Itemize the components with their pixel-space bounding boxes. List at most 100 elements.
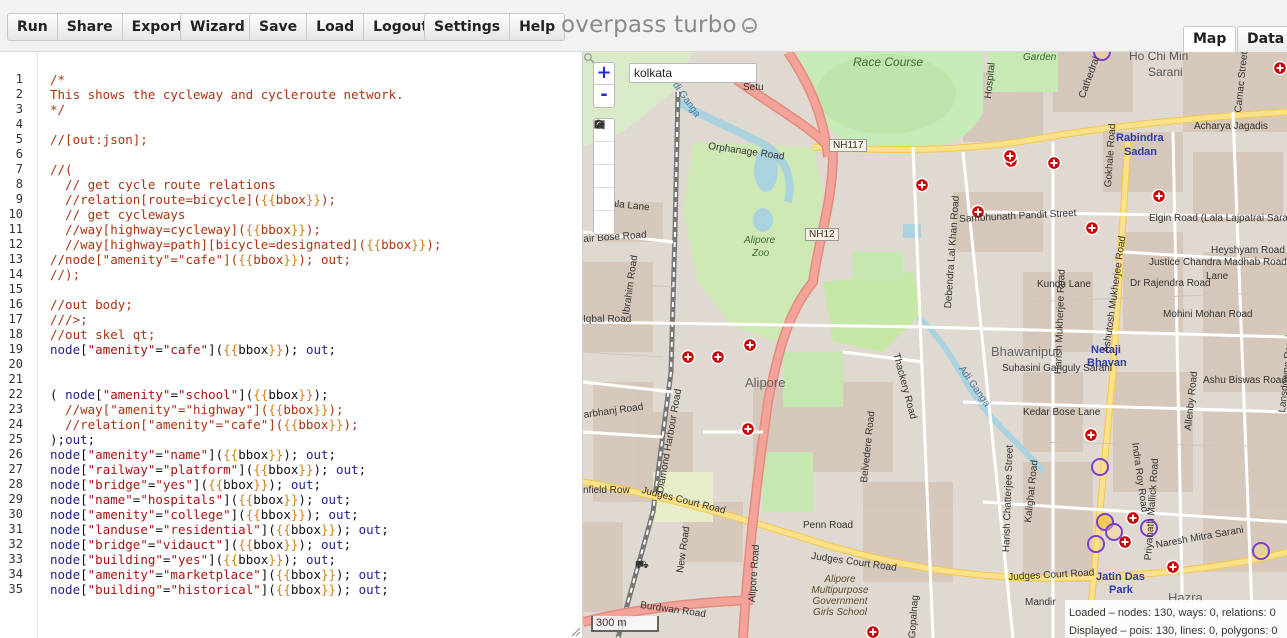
code-token: {{: [260, 192, 276, 207]
code-token: );: [320, 192, 337, 207]
map-search-input[interactable]: [629, 63, 757, 83]
settings-button[interactable]: Settings: [425, 14, 511, 40]
code-token: =: [155, 507, 163, 522]
code-line[interactable]: node["railway"="platform"]({{bbox}}); ou…: [50, 462, 441, 477]
clear-data-button[interactable]: [594, 120, 614, 234]
code-token: );: [426, 237, 442, 252]
code-line[interactable]: node["building"="yes"]({{bbox}}); out;: [50, 552, 441, 567]
code-line[interactable]: [50, 357, 441, 372]
code-line[interactable]: node["amenity"="college"]({{bbox}}); out…: [50, 507, 441, 522]
code-line[interactable]: node["landuse"="residential"]({{bbox}});…: [50, 522, 441, 537]
locate-me-button[interactable]: [594, 120, 614, 165]
line-number: 2: [15, 87, 23, 101]
school-poi-icon[interactable]: [1105, 523, 1123, 541]
map-label: Mohini Mohan Road: [1163, 309, 1253, 320]
code-line[interactable]: //node["amenity"="cafe"]({{bbox}}); out;: [50, 252, 441, 267]
search-icon[interactable]: [583, 52, 595, 64]
code-token: [: [80, 537, 88, 552]
line-number: 35: [8, 582, 23, 596]
resize-grip-icon[interactable]: [570, 626, 580, 636]
code-line[interactable]: [50, 147, 441, 162]
code-token: }}: [328, 417, 344, 432]
line-number: 22: [8, 387, 23, 401]
code-line[interactable]: // get cycle route relations: [50, 177, 441, 192]
code-line[interactable]: node["bridge"="yes"]({{bbox}}); out;: [50, 477, 441, 492]
code-line[interactable]: //[out:json];: [50, 132, 441, 147]
school-poi-icon[interactable]: [1087, 535, 1105, 553]
code-line[interactable]: //relation[route=bicycle]({{bbox}});: [50, 192, 441, 207]
code-line[interactable]: node["building"="historical"]({{bbox}});…: [50, 582, 441, 597]
code-token: ](: [208, 447, 224, 462]
code-line[interactable]: //way[highway=path][bicycle=designated](…: [50, 237, 441, 252]
code-token: );: [298, 492, 321, 507]
code-token: node: [50, 477, 81, 492]
stats-panel: Loaded – nodes: 130, ways: 0, relations:…: [1065, 600, 1287, 638]
code-line[interactable]: );out;: [50, 432, 441, 447]
code-line[interactable]: //relation["amenity"="cafe"]({{bbox}});: [50, 417, 441, 432]
code-line[interactable]: /*: [50, 72, 441, 87]
query-editor[interactable]: 1 2 3 4 5 6 7 8 9 10 11 12 13 14 15 16 17 18 19 20 21 22 23 24 2…: [0, 52, 583, 638]
code-line[interactable]: ( node["amenity"="school"]({{bbox}});: [50, 387, 441, 402]
code-line[interactable]: // get cycleways: [50, 207, 441, 222]
code-token: }}: [298, 462, 314, 477]
line-number: 27: [8, 462, 23, 476]
code-token: bbox: [253, 492, 284, 507]
code-token: [: [80, 522, 88, 537]
line-number: 13: [8, 252, 23, 266]
wizard-button[interactable]: Wizard: [181, 14, 254, 40]
code-line[interactable]: [50, 372, 441, 387]
code-line[interactable]: node["amenity"="name"]({{bbox}}); out;: [50, 447, 441, 462]
code-line[interactable]: node["bridge"="vidauct"]({{bbox}}); out;: [50, 537, 441, 552]
code-token: }}: [253, 477, 269, 492]
map-label: Iqbal Road: [583, 314, 632, 325]
school-poi-icon[interactable]: [1091, 458, 1109, 476]
code-line[interactable]: ///>;: [50, 312, 441, 327]
code-token: node: [50, 522, 81, 537]
code-token: );: [298, 537, 321, 552]
code-line[interactable]: //way["amenity"="highway"]({{bbox}});: [50, 402, 441, 417]
line-number: 32: [8, 537, 23, 551]
share-button[interactable]: Share: [58, 14, 123, 40]
code-token: "hospitals": [140, 492, 224, 507]
code-token: [: [80, 567, 88, 582]
map-view[interactable]: Race Course Garden Ho Chi Min Sarani NH1…: [583, 52, 1287, 638]
code-line[interactable]: */: [50, 102, 441, 117]
code-token: node: [50, 567, 81, 582]
map-label: Zoo: [752, 248, 770, 259]
save-button[interactable]: Save: [250, 14, 308, 40]
code-token: ;: [358, 462, 367, 477]
code-line[interactable]: //out skel qt;: [50, 327, 441, 342]
code-token: {{: [253, 462, 269, 477]
map-label: Alipore: [744, 235, 776, 246]
code-line[interactable]: //(: [50, 162, 441, 177]
help-button[interactable]: Help: [510, 14, 564, 40]
line-number: 29: [8, 492, 23, 506]
zoom-in-button[interactable]: +: [594, 63, 614, 85]
code-token: ](: [238, 462, 254, 477]
code-area[interactable]: /* This shows the cycleway and cycleroute…: [50, 72, 441, 597]
school-poi-icon[interactable]: [1252, 542, 1270, 560]
code-line[interactable]: This shows the cycleway and cycleroute n…: [50, 87, 441, 102]
code-line[interactable]: //);: [50, 267, 441, 282]
tab-map[interactable]: Map: [1183, 26, 1237, 52]
code-token: ;: [381, 522, 389, 537]
code-line[interactable]: node["amenity"="marketplace"]({{bbox}});…: [50, 567, 441, 582]
code-line[interactable]: //way[highway=cycleway]({{bbox}});: [50, 222, 441, 237]
code-line[interactable]: //out body;: [50, 297, 441, 312]
code-line[interactable]: [50, 282, 441, 297]
code-line[interactable]: [50, 117, 441, 132]
code-token: "cafe": [162, 342, 209, 357]
code-token: [: [95, 387, 103, 402]
code-token: This shows the cycleway and cycleroute n…: [50, 87, 404, 102]
load-button[interactable]: Load: [307, 14, 365, 40]
tab-data[interactable]: Data: [1237, 26, 1287, 52]
code-token: // get cycle route relations: [50, 177, 276, 192]
zoom-to-selection-button[interactable]: [594, 121, 614, 211]
code-line[interactable]: node["name"="hospitals"]({{bbox}}); out;: [50, 492, 441, 507]
fullscreen-button[interactable]: [594, 120, 614, 188]
code-token: [: [80, 552, 88, 567]
zoom-out-button[interactable]: -: [594, 85, 614, 107]
code-token: "name": [162, 447, 209, 462]
run-button[interactable]: Run: [8, 14, 58, 40]
code-line[interactable]: node["amenity"="cafe"]({{bbox}}); out;: [50, 342, 441, 357]
